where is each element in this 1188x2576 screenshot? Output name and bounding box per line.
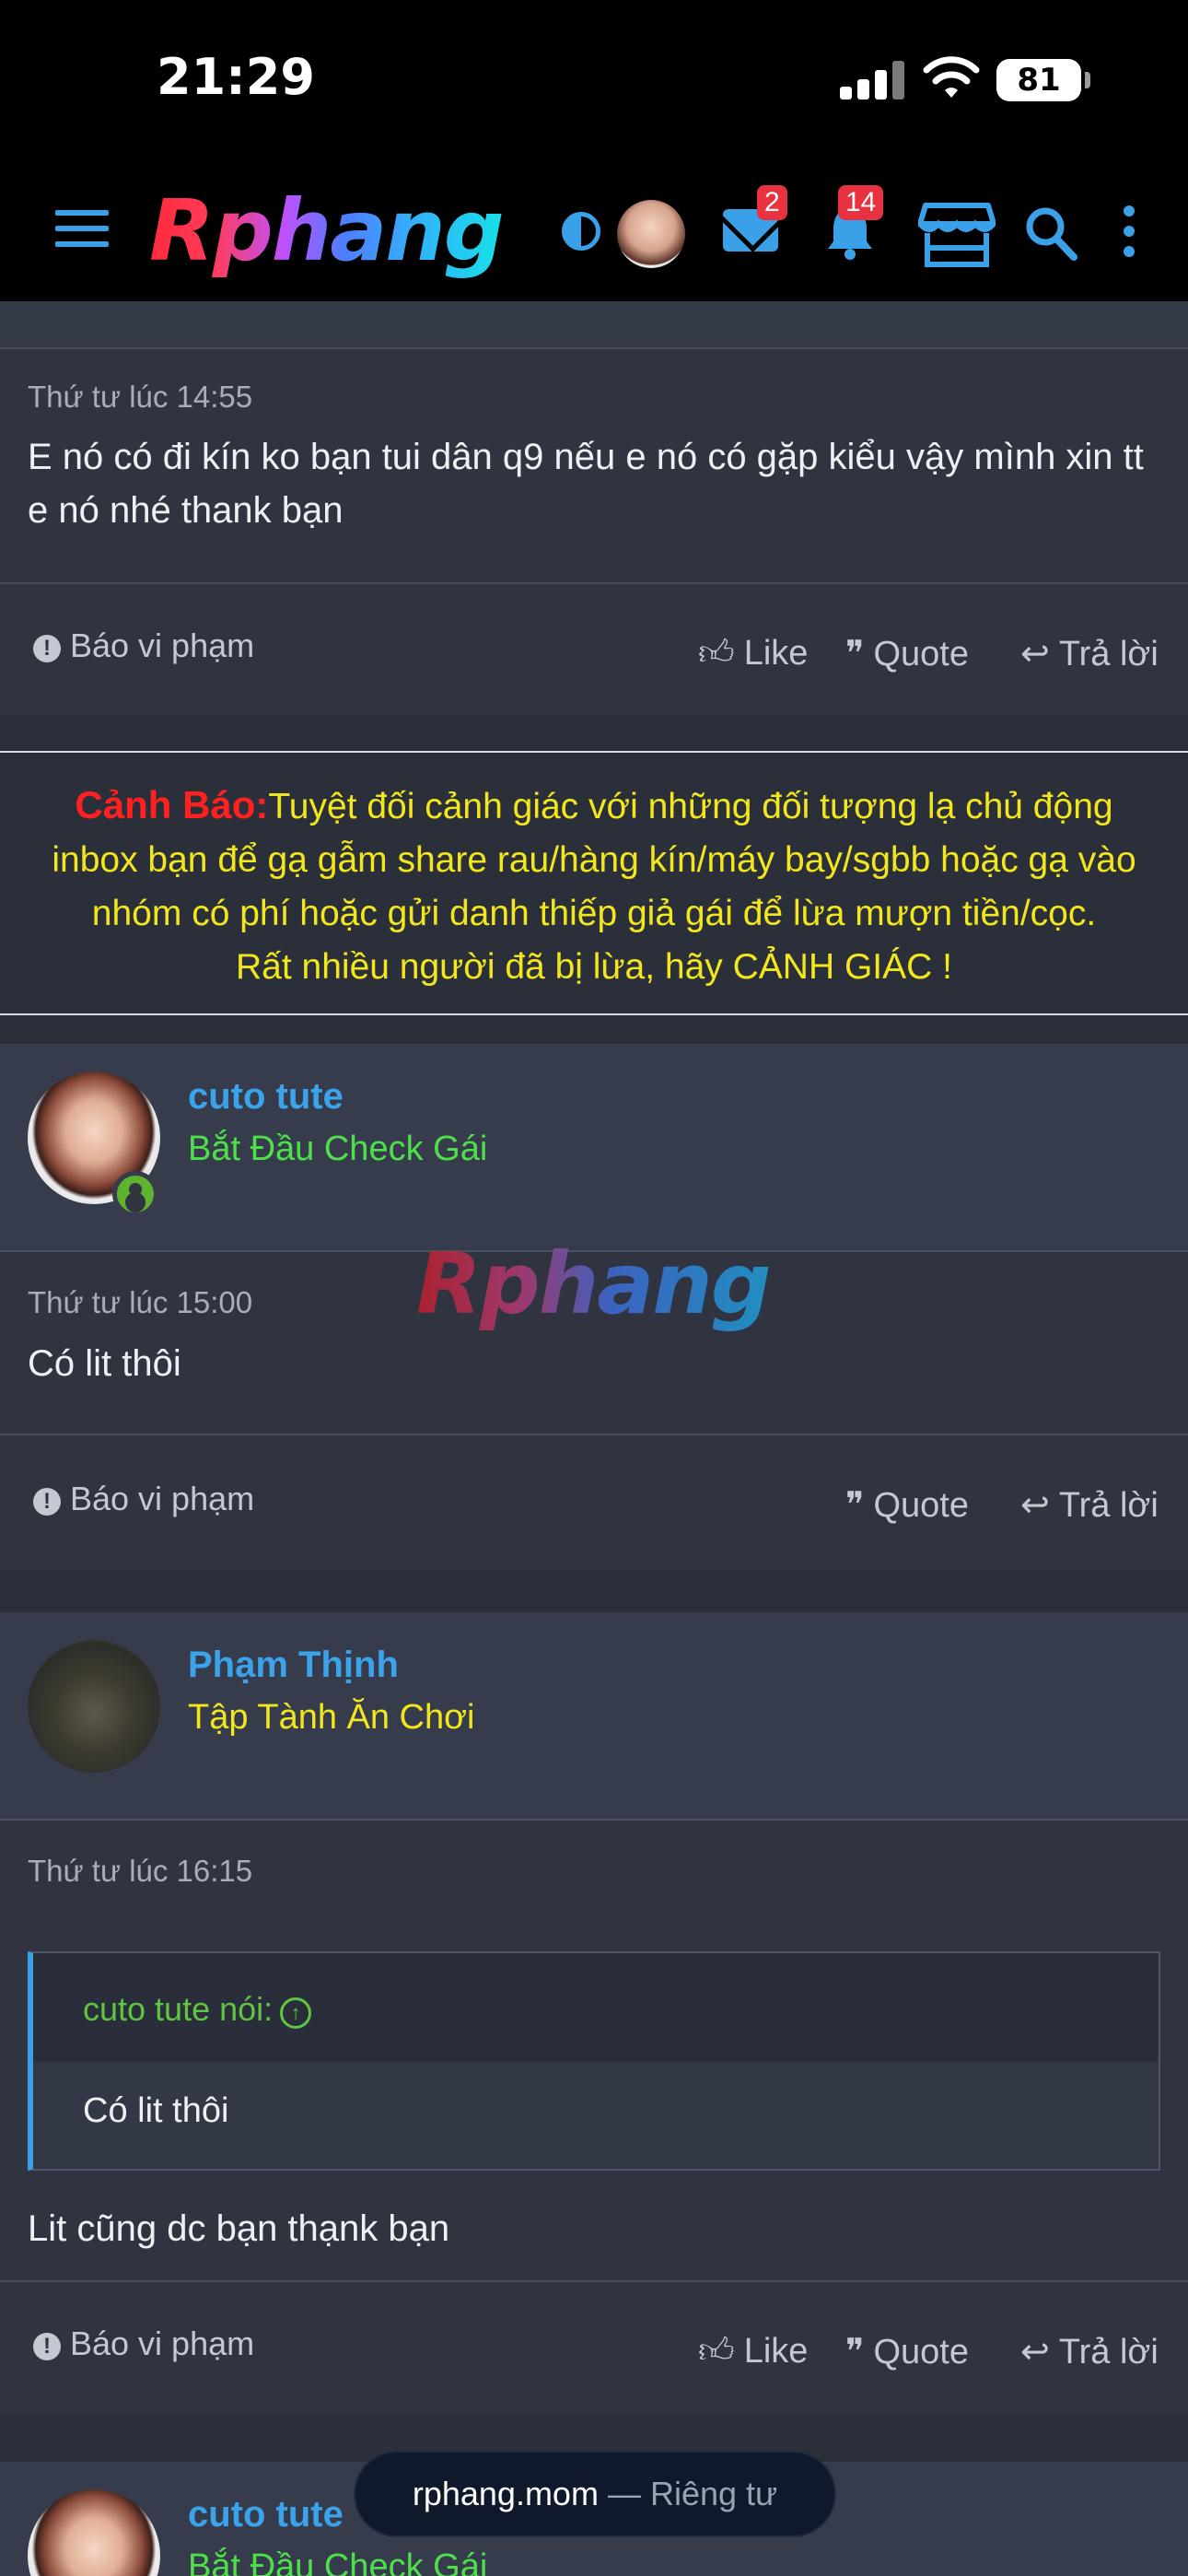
post-header-strip (0, 301, 1188, 347)
reply-button[interactable]: ↩ Trả lời (1020, 2331, 1159, 2372)
warning-label: Cảnh Báo: (75, 783, 269, 826)
post-body: Lit cũng dc bạn thạnk bạn (28, 2208, 450, 2249)
online-status-icon (112, 1171, 158, 1217)
username[interactable]: Phạm Thịnh (188, 1645, 399, 1686)
warning-line-3: nhóm có phí hoặc gửi danh thiếp giả gái … (91, 894, 1097, 933)
alert-icon: ! (33, 2333, 61, 2360)
store-icon[interactable] (918, 202, 996, 268)
user-title: Tập Tành Ăn Chơi (188, 1698, 475, 1737)
user-avatar[interactable] (28, 2489, 160, 2576)
theme-toggle-icon[interactable] (562, 212, 600, 251)
divider (0, 582, 1188, 584)
alert-icon: ! (33, 635, 61, 662)
divider (0, 2280, 1188, 2282)
report-button[interactable]: ! Báo vi phạm (33, 626, 254, 665)
battery-indicator: 81 (996, 59, 1081, 101)
user-block: Phạm Thịnh Tập Tành Ăn Chơi (0, 1612, 1188, 1821)
status-bar: 21:29 81 (0, 0, 1188, 161)
warning-line-1: Cảnh Báo:Tuyệt đối cảnh giác với những đ… (0, 779, 1188, 834)
arrow-up-circle-icon[interactable]: ↑ (280, 1997, 312, 2029)
quote-button[interactable]: ❞ Quote (845, 2331, 969, 2372)
report-label: Báo vi phạm (70, 626, 255, 664)
quote-button[interactable]: ❞ Quote (845, 1484, 969, 1526)
site-logo[interactable]: Rphang (149, 181, 505, 280)
user-title: Bắt Đầu Check Gái (188, 2547, 488, 2576)
cellular-signal-icon (840, 61, 904, 100)
reply-icon: ↩ (1020, 1486, 1050, 1525)
reply-label: Trả lời (1058, 1486, 1159, 1525)
reply-label: Trả lời (1058, 2333, 1159, 2371)
mail-badge: 2 (757, 185, 787, 220)
like-label: Like (743, 2332, 809, 2371)
quote-author-link[interactable]: cuto tute nói: ↑ (83, 1990, 312, 2029)
quote-label: Quote (873, 635, 969, 673)
page: 21:29 81 Rphang 2 14 Thứ tư lúc 14:55 E … (0, 0, 1188, 2576)
reply-icon: ↩ (1020, 2333, 1050, 2371)
quote-button[interactable]: ❞ Quote (845, 633, 969, 674)
thumbs-up-icon: 👍︎ (698, 634, 735, 673)
post-card: Thứ tư lúc 14:55 E nó có đi kín ko bạn t… (0, 301, 1188, 716)
quote-icon: ❞ (845, 2333, 865, 2371)
battery-nub (1085, 72, 1090, 88)
notification-badge: 14 (838, 185, 884, 220)
url-separator: — (607, 2475, 641, 2512)
username[interactable]: cuto tute (188, 1076, 344, 1118)
user-title: Bắt Đầu Check Gái (188, 1130, 488, 1168)
quote-icon: ❞ (845, 635, 865, 673)
post-date: Thứ tư lúc 15:00 (28, 1285, 253, 1319)
warning-line-4: Rất nhiều người đã bị lừa, hãy CẢNH GIÁC… (236, 947, 952, 987)
status-time: 21:29 (157, 48, 315, 106)
reply-label: Trả lời (1058, 635, 1159, 673)
quote-block: cuto tute nói: ↑ Có lit thôi (28, 1951, 1160, 2171)
user-avatar[interactable] (617, 200, 685, 268)
reply-icon: ↩ (1020, 635, 1050, 673)
url-domain: rphang.mom (412, 2475, 599, 2512)
reply-button[interactable]: ↩ Trả lời (1020, 1484, 1159, 1526)
search-icon[interactable] (1024, 205, 1077, 261)
post-body: E nó có đi kín ko bạn tui dân q9 nếu e n… (28, 437, 1144, 531)
app-header: Rphang 2 14 (0, 161, 1188, 301)
watermark-logo: Rphang (416, 1235, 772, 1333)
warning-line-2: inbox bạn để gạ gẫm share rau/hàng kín/m… (52, 840, 1136, 880)
like-button[interactable]: 👍︎ Like (698, 2331, 808, 2372)
post-date: Thứ tư lúc 14:55 (28, 380, 253, 414)
username[interactable]: cuto tute (188, 2494, 344, 2535)
report-button[interactable]: ! Báo vi phạm (33, 2324, 254, 2363)
more-options-icon[interactable] (1124, 205, 1136, 257)
post-date: Thứ tư lúc 16:15 (28, 1854, 253, 1888)
menu-icon[interactable] (55, 210, 109, 251)
quote-author-label: cuto tute nói: (83, 1990, 274, 2028)
like-label: Like (743, 634, 809, 673)
user-block: cuto tute Bắt Đầu Check Gái (0, 1044, 1188, 1252)
quote-header: cuto tute nói: ↑ (33, 1953, 1159, 2062)
divider (0, 1434, 1188, 1435)
reply-button[interactable]: ↩ Trả lời (1020, 633, 1159, 674)
report-label: Báo vi phạm (70, 1480, 255, 1517)
report-button[interactable]: ! Báo vi phạm (33, 1480, 254, 1518)
user-avatar[interactable] (28, 1640, 160, 1773)
report-label: Báo vi phạm (70, 2324, 255, 2362)
quote-icon: ❞ (845, 1486, 865, 1525)
divider (0, 347, 1188, 349)
warning-banner: Cảnh Báo:Tuyệt đối cảnh giác với những đ… (0, 751, 1188, 1015)
quote-label: Quote (873, 2333, 969, 2371)
warning-text-1: Tuyệt đối cảnh giác với những đối tượng … (268, 787, 1113, 826)
quote-label: Quote (873, 1486, 969, 1525)
post-body: Có lit thôi (28, 1343, 181, 1384)
url-privacy-mode: Riêng tư (649, 2475, 778, 2512)
browser-url-bar[interactable]: rphang.mom — Riêng tư (354, 2451, 836, 2537)
like-button[interactable]: 👍︎ Like (698, 633, 808, 674)
wifi-icon (923, 56, 980, 98)
quote-text: Có lit thôi (83, 2091, 229, 2130)
thumbs-up-icon: 👍︎ (698, 2332, 735, 2371)
alert-icon: ! (33, 1488, 61, 1516)
